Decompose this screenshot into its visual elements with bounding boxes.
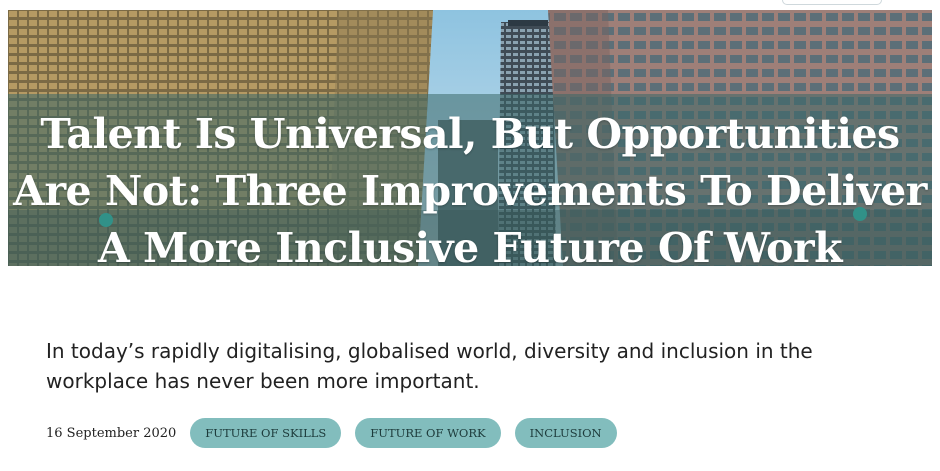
article-title: Talent Is Universal, But Opportunities A… — [13, 110, 927, 266]
article-meta: 16 September 2020 FUTURE OF SKILLS FUTUR… — [46, 418, 631, 448]
tag-future-of-work[interactable]: FUTURE OF WORK — [355, 418, 501, 448]
top-pill-outline — [782, 0, 882, 5]
tag-inclusion[interactable]: INCLUSION — [514, 418, 617, 448]
article-intro: In today’s rapidly digitalising, globali… — [46, 339, 813, 393]
publish-date: 16 September 2020 — [46, 425, 177, 441]
hero-banner: Talent Is Universal, But Opportunities A… — [8, 10, 932, 266]
tag-future-of-skills[interactable]: FUTURE OF SKILLS — [190, 418, 342, 448]
